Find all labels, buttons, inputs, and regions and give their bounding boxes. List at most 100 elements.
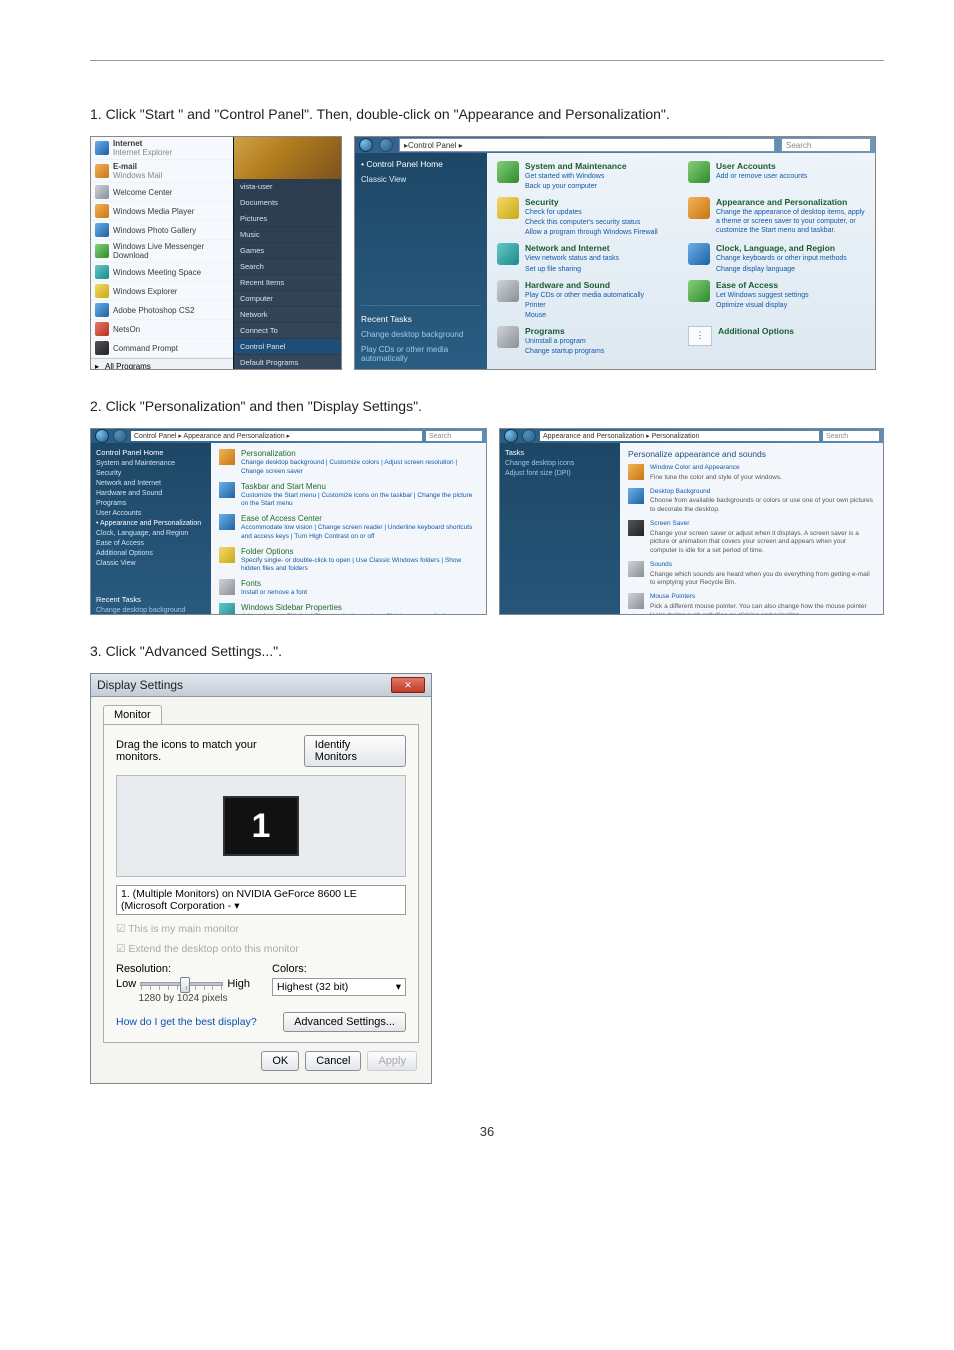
cp-classic-view[interactable]: Classic View (361, 175, 481, 184)
cat-title[interactable]: Network and Internet (525, 243, 619, 253)
item-title[interactable]: Window Color and Appearance (650, 464, 782, 473)
cat-title[interactable]: Programs (525, 326, 604, 336)
nav-fwd-icon[interactable] (113, 429, 127, 443)
device-dropdown[interactable]: 1. (Multiple Monitors) on NVIDIA GeForce… (116, 885, 406, 915)
apply-button[interactable]: Apply (367, 1051, 417, 1071)
cat-link[interactable]: Let Windows suggest settings (716, 291, 809, 300)
item-title[interactable]: Desktop Background (650, 488, 875, 497)
cat-link[interactable]: Mouse (525, 311, 644, 320)
section-title[interactable]: Ease of Access Center (241, 514, 478, 523)
sidebar-item[interactable]: System and Maintenance (96, 460, 206, 467)
startmenu-item[interactable]: Windows Photo Gallery (91, 221, 233, 240)
search[interactable]: Search (823, 431, 879, 441)
startmenu-right-item[interactable]: Connect To (234, 323, 341, 339)
startmenu-item[interactable]: Windows Meeting Space (91, 263, 233, 282)
resolution-slider[interactable]: Low High (116, 978, 250, 990)
startmenu-item[interactable]: Windows Media Player (91, 202, 233, 221)
cat-title[interactable]: Security (525, 197, 658, 207)
nav-back-icon[interactable] (504, 429, 518, 443)
cancel-button[interactable]: Cancel (305, 1051, 361, 1071)
nav-fwd-icon[interactable] (522, 429, 536, 443)
close-icon[interactable]: ✕ (391, 677, 425, 693)
sidebar-item[interactable]: Network and Internet (96, 480, 206, 487)
startmenu-item[interactable]: InternetInternet Explorer (91, 137, 233, 160)
cat-link[interactable]: Check for updates (525, 208, 658, 217)
startmenu-item[interactable]: NetsOn (91, 320, 233, 339)
sidebar-item[interactable]: Additional Options (96, 550, 206, 557)
section-links[interactable]: Customize the Start menu | Customize ico… (241, 492, 478, 510)
breadcrumb[interactable]: Control Panel ▸ Appearance and Personali… (131, 431, 422, 441)
section-title[interactable]: Taskbar and Start Menu (241, 482, 478, 491)
startmenu-right-item[interactable]: Computer (234, 291, 341, 307)
cat-link[interactable]: Change the appearance of desktop items, … (716, 208, 865, 235)
cat-title[interactable]: Clock, Language, and Region (716, 243, 847, 253)
cat-link[interactable]: Change display language (716, 265, 847, 274)
startmenu-item[interactable]: Welcome Center (91, 183, 233, 202)
cp-search[interactable]: Search (781, 138, 871, 152)
cat-link[interactable]: Change startup programs (525, 347, 604, 356)
cat-title[interactable]: User Accounts (716, 161, 807, 171)
startmenu-item[interactable]: Adobe Photoshop CS2 (91, 301, 233, 320)
sidebar-item-active[interactable]: Appearance and Personalization (100, 520, 201, 527)
nav-back-icon[interactable] (359, 138, 373, 152)
section-links[interactable]: Specify single- or double-click to open … (241, 557, 478, 575)
recent-task[interactable]: Play CDs or other media automatically (361, 345, 481, 363)
cat-link[interactable]: Printer (525, 301, 644, 310)
startmenu-item[interactable]: Windows Live Messenger Download (91, 240, 233, 263)
cat-link[interactable]: Get started with Windows (525, 172, 627, 181)
cat-title[interactable]: System and Maintenance (525, 161, 627, 171)
startmenu-right-item[interactable]: Search (234, 259, 341, 275)
cat-title[interactable]: Ease of Access (716, 280, 809, 290)
sidebar-item[interactable]: Security (96, 470, 206, 477)
startmenu-item[interactable]: Windows Explorer (91, 282, 233, 301)
sidebar-item[interactable]: Hardware and Sound (96, 490, 206, 497)
identify-monitors-button[interactable]: Identify Monitors (304, 735, 406, 767)
search[interactable]: Search (426, 431, 482, 441)
sidebar-item[interactable]: Clock, Language, and Region (96, 530, 206, 537)
breadcrumb[interactable]: Appearance and Personalization ▸ Persona… (540, 431, 819, 441)
cat-link[interactable]: Add or remove user accounts (716, 172, 807, 181)
section-links[interactable]: Accommodate low vision | Change screen r… (241, 524, 478, 542)
section-title[interactable]: Fonts (241, 579, 307, 588)
startmenu-right-item[interactable]: vista-user (234, 179, 341, 195)
monitor-preview[interactable]: 1 (116, 775, 406, 877)
cat-link[interactable]: Uninstall a program (525, 337, 604, 346)
cat-title[interactable]: Appearance and Personalization (716, 197, 865, 207)
startmenu-right-item[interactable]: Documents (234, 195, 341, 211)
startmenu-control-panel[interactable]: Control Panel (234, 339, 341, 355)
sidebar-task[interactable]: Adjust font size (DPI) (505, 470, 615, 477)
startmenu-right-item[interactable]: Music (234, 227, 341, 243)
advanced-settings-button[interactable]: Advanced Settings... (283, 1012, 406, 1032)
cat-link[interactable]: Play CDs or other media automatically (525, 291, 644, 300)
sidebar-item[interactable]: User Accounts (96, 510, 206, 517)
monitor-1[interactable]: 1 (223, 796, 299, 856)
cat-link[interactable]: Set up file sharing (525, 265, 619, 274)
recent-task[interactable]: Change desktop background (361, 330, 481, 339)
nav-fwd-icon[interactable] (379, 138, 393, 152)
sidebar-item[interactable]: Classic View (96, 560, 206, 567)
sidebar-task[interactable]: Change desktop icons (505, 460, 615, 467)
startmenu-item[interactable]: E-mailWindows Mail (91, 160, 233, 183)
startmenu-right-item[interactable]: Default Programs (234, 355, 341, 370)
sidebar-item[interactable]: Control Panel Home (96, 448, 206, 457)
cat-link[interactable]: Check this computer's security status (525, 218, 658, 227)
item-title[interactable]: Screen Saver (650, 520, 875, 529)
item-title[interactable]: Sounds (650, 561, 875, 570)
cp-breadcrumb[interactable]: ▸ Control Panel ▸ (399, 138, 775, 152)
tab-monitor[interactable]: Monitor (103, 705, 162, 724)
section-title[interactable]: Windows Sidebar Properties (241, 603, 478, 612)
startmenu-right-item[interactable]: Pictures (234, 211, 341, 227)
section-links[interactable]: Change desktop background | Customize co… (241, 459, 478, 477)
cat-link[interactable]: Change keyboards or other input methods (716, 254, 847, 263)
section-title[interactable]: Folder Options (241, 547, 478, 556)
item-title[interactable]: Mouse Pointers (650, 593, 875, 602)
colors-dropdown[interactable]: Highest (32 bit)▾ (272, 978, 406, 996)
cat-link[interactable]: Back up your computer (525, 182, 627, 191)
sidebar-item[interactable]: Ease of Access (96, 540, 206, 547)
section-title[interactable]: Personalization (241, 449, 478, 458)
section-links[interactable]: Install or remove a font (241, 589, 307, 598)
recent-task[interactable]: Change desktop background (96, 607, 206, 614)
section-links[interactable]: Add gadgets to Sidebar | Choose whether … (241, 613, 478, 615)
cp-home-link[interactable]: Control Panel Home (366, 159, 443, 169)
all-programs[interactable]: All Programs (105, 362, 151, 370)
